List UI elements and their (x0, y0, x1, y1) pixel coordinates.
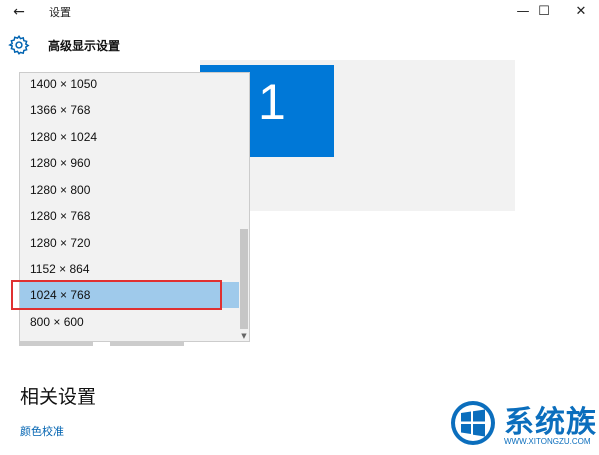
dropdown-scrollbar[interactable]: ▼ (239, 73, 249, 341)
windows-logo-icon (451, 401, 495, 445)
resolution-option[interactable]: 1400 × 1050 (20, 73, 240, 97)
resolution-option[interactable]: 1280 × 720 (20, 230, 240, 256)
maximize-button[interactable]: ☐ (524, 0, 564, 24)
monitor-number: 1 (258, 74, 286, 130)
title-bar: ← 设置 — ☐ ✕ (0, 0, 599, 24)
resolution-option[interactable]: 1280 × 960 (20, 150, 240, 176)
resolution-option[interactable]: 800 × 600 (20, 309, 240, 335)
gear-icon (8, 35, 30, 55)
arrow-left-icon[interactable]: ← (6, 2, 32, 22)
resolution-option[interactable]: 1280 × 768 (20, 203, 240, 229)
watermark-url: WWW.XITONGZU.COM (504, 437, 591, 446)
selection-highlight-box (11, 280, 222, 310)
watermark-brand: 系统族 (504, 405, 597, 440)
resolution-option[interactable]: 1280 × 800 (20, 177, 240, 203)
scrollbar-thumb[interactable] (240, 229, 248, 329)
window-title: 设置 (49, 6, 71, 19)
resolution-option[interactable]: 1280 × 1024 (20, 124, 240, 150)
related-settings-heading: 相关设置 (20, 386, 97, 408)
chevron-down-icon[interactable]: ▼ (239, 331, 249, 341)
color-calibration-link[interactable]: 颜色校准 (20, 423, 64, 439)
resolution-option[interactable]: 1152 × 864 (20, 256, 240, 282)
page-title: 高级显示设置 (48, 39, 121, 53)
watermark: 系统族 WWW.XITONGZU.COM (448, 395, 598, 453)
resolution-option[interactable]: 1366 × 768 (20, 97, 240, 123)
close-button[interactable]: ✕ (561, 0, 599, 24)
